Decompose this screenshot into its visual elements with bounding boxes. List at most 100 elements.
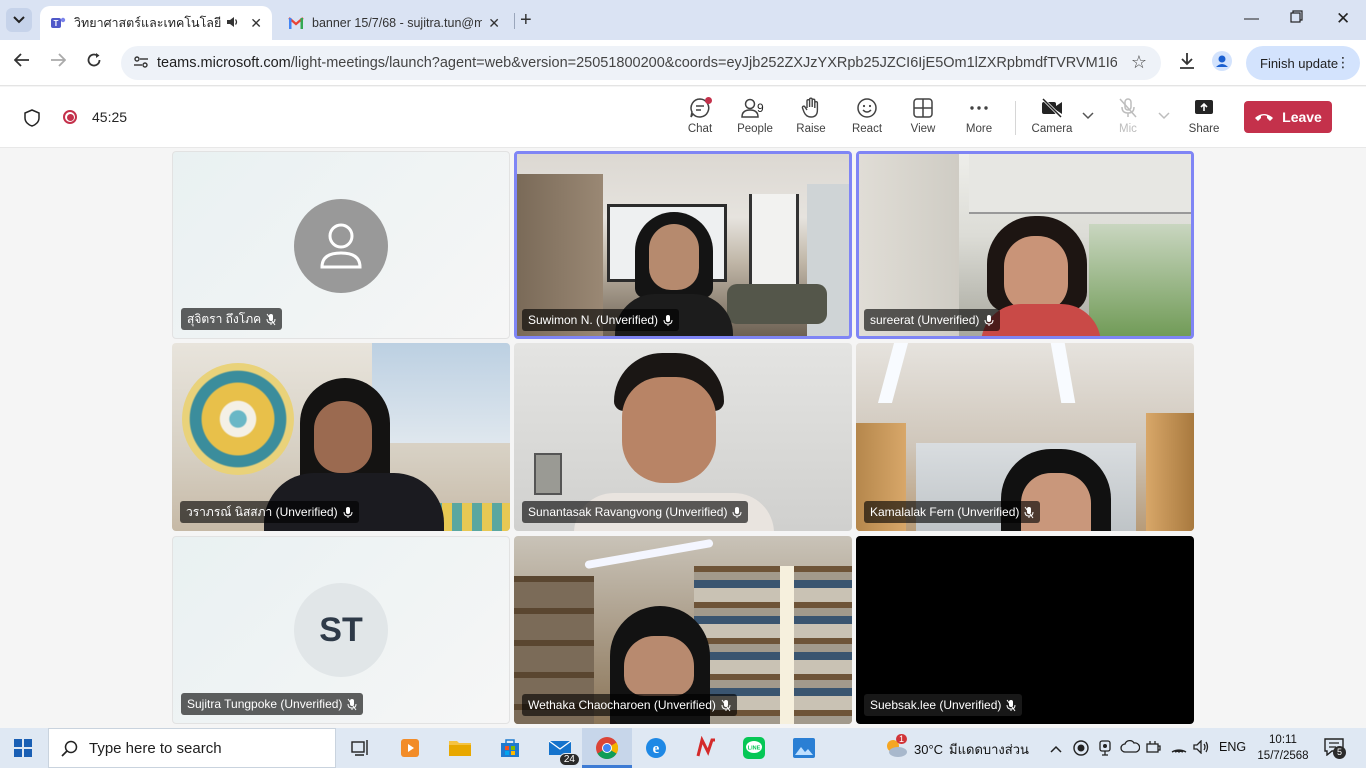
mail-icon[interactable]: 24: [546, 734, 580, 766]
task-view-icon[interactable]: [346, 734, 374, 762]
notification-count: 5: [1333, 746, 1346, 759]
volume-icon[interactable]: [1193, 739, 1211, 757]
taskbar-search-box[interactable]: Type here to search: [48, 728, 336, 768]
participant-name-tag: sureerat (Unverified): [864, 309, 1001, 331]
view-button[interactable]: View: [897, 97, 949, 141]
participant-tile[interactable]: Wethaka Chaocharoen (Unverified): [514, 536, 852, 724]
react-button[interactable]: React: [841, 97, 893, 141]
participant-name: Suebsak.lee (Unverified): [870, 698, 1002, 712]
view-label: View: [910, 123, 936, 135]
taskbar: Type here to search 24 e LINE 1 30°C มีแ…: [0, 728, 1366, 768]
camera-options-chevron-icon[interactable]: [1082, 109, 1094, 123]
participant-name-tag: Sunantasak Ravangvong (Unverified): [522, 501, 749, 523]
line-app-icon[interactable]: LINE: [740, 734, 768, 762]
battery-plug-icon[interactable]: [1146, 740, 1162, 757]
participant-tile[interactable]: สุจิตรา ถึงโภค: [172, 151, 510, 339]
chat-label: Chat: [687, 123, 713, 135]
participant-tile[interactable]: Kamalalak Fern (Unverified): [856, 343, 1194, 531]
input-language[interactable]: ENG: [1219, 740, 1246, 754]
mic-muted-icon: [266, 313, 276, 325]
restore-icon[interactable]: [1290, 10, 1303, 27]
download-icon[interactable]: [1178, 52, 1196, 75]
show-hidden-icons-chevron-icon[interactable]: [1050, 740, 1062, 756]
close-window-icon[interactable]: ✕: [1336, 9, 1350, 29]
chat-button[interactable]: Chat: [674, 97, 726, 141]
mic-muted-icon: [1024, 506, 1034, 518]
close-tab-icon[interactable]: ✕: [488, 15, 500, 32]
onedrive-cloud-icon[interactable]: [1120, 739, 1141, 757]
more-dots-icon: [970, 106, 988, 110]
clock-time: 10:11: [1269, 734, 1297, 746]
mic-icon: [732, 506, 742, 518]
meeting-timer: 45:25: [92, 109, 128, 125]
mic-muted-icon: [1006, 699, 1016, 711]
people-button[interactable]: 9 People: [729, 97, 781, 141]
close-tab-icon[interactable]: ✕: [250, 15, 262, 32]
new-tab-button[interactable]: +: [520, 10, 532, 30]
shield-icon[interactable]: [24, 109, 40, 132]
back-icon[interactable]: [13, 52, 30, 72]
svg-text:T: T: [54, 19, 59, 28]
mic-options-chevron-icon[interactable]: [1158, 109, 1170, 123]
participant-name-tag: Kamalalak Fern (Unverified): [864, 501, 1041, 523]
more-button[interactable]: More: [953, 97, 1005, 141]
participant-name-tag: สุจิตรา ถึงโภค: [181, 308, 283, 330]
share-button[interactable]: Share: [1178, 97, 1230, 141]
edge-icon[interactable]: e: [642, 734, 670, 762]
mic-icon: [343, 506, 353, 518]
mic-icon: [663, 314, 673, 326]
wifi-icon[interactable]: [1170, 740, 1188, 757]
participant-tile[interactable]: Sunantasak Ravangvong (Unverified): [514, 343, 852, 531]
participant-tile[interactable]: วราภรณ์ นิสสภา (Unverified): [172, 343, 510, 531]
avatar: [294, 199, 388, 293]
weather-widget[interactable]: 1 30°C มีแดดบางส่วน: [884, 734, 1029, 761]
person-icon: [320, 223, 362, 269]
speaker-icon[interactable]: [225, 15, 239, 32]
browser-tab-gmail[interactable]: banner 15/7/68 - sujitra.tun@m ✕: [278, 6, 510, 40]
microsoft-store-icon[interactable]: [496, 734, 524, 762]
chrome-icon[interactable]: [593, 734, 621, 762]
mic-muted-icon: [347, 698, 357, 710]
leave-button[interactable]: Leave: [1244, 101, 1332, 133]
participant-name: สุจิตรา ถึงโภค: [187, 311, 262, 326]
camera-button[interactable]: Camera: [1026, 97, 1078, 141]
hand-icon: [801, 97, 819, 118]
windows-start-icon[interactable]: [14, 739, 32, 762]
browser-toolbar: teams.microsoft.com/light-meetings/launc…: [0, 40, 1366, 86]
notification-center-icon[interactable]: 5: [1324, 738, 1346, 761]
participant-tile[interactable]: Suwimon N. (Unverified): [514, 151, 852, 339]
site-settings-icon[interactable]: [133, 54, 149, 75]
people-label: People: [737, 123, 773, 135]
temperature: 30°C: [914, 742, 944, 757]
forward-icon[interactable]: [50, 52, 67, 72]
minimize-icon[interactable]: ―: [1244, 10, 1259, 27]
grid-view-icon: [913, 98, 933, 118]
system-clock[interactable]: 10:11 15/7/2568: [1255, 732, 1311, 764]
participant-tile[interactable]: ST Sujitra Tungpoke (Unverified): [172, 536, 510, 724]
record-tray-icon[interactable]: [1073, 740, 1089, 759]
mic-button[interactable]: Mic: [1102, 97, 1154, 141]
n-app-icon[interactable]: [692, 734, 720, 762]
media-player-icon[interactable]: [396, 734, 424, 762]
browser-tab-teams[interactable]: T วิทยาศาสตร์และเทคโนโลยี | Mic ✕: [40, 6, 272, 40]
menu-dots-icon[interactable]: ⋮: [1336, 54, 1350, 71]
mail-badge: 24: [558, 753, 580, 766]
camera-tray-icon[interactable]: [1098, 740, 1112, 759]
finish-update-button[interactable]: Finish update ⋮: [1246, 46, 1360, 80]
tab-search-button[interactable]: [6, 8, 32, 32]
address-bar[interactable]: teams.microsoft.com/light-meetings/launc…: [121, 46, 1161, 80]
profile-avatar-icon[interactable]: [1212, 51, 1232, 76]
more-label: More: [965, 123, 993, 135]
recording-indicator-icon: [63, 110, 77, 124]
reload-icon[interactable]: [86, 52, 102, 72]
photos-icon[interactable]: [790, 734, 818, 762]
participant-tile[interactable]: sureerat (Unverified): [856, 151, 1194, 339]
bookmark-star-icon[interactable]: ☆: [1131, 52, 1147, 73]
participant-tile[interactable]: Suebsak.lee (Unverified): [856, 536, 1194, 724]
file-explorer-icon[interactable]: [446, 734, 474, 762]
participant-name: sureerat (Unverified): [870, 313, 980, 327]
raise-hand-button[interactable]: Raise: [785, 97, 837, 141]
controls-divider: [1015, 101, 1016, 135]
participant-name: Sunantasak Ravangvong (Unverified): [528, 505, 728, 519]
mic-muted-icon: [721, 699, 731, 711]
